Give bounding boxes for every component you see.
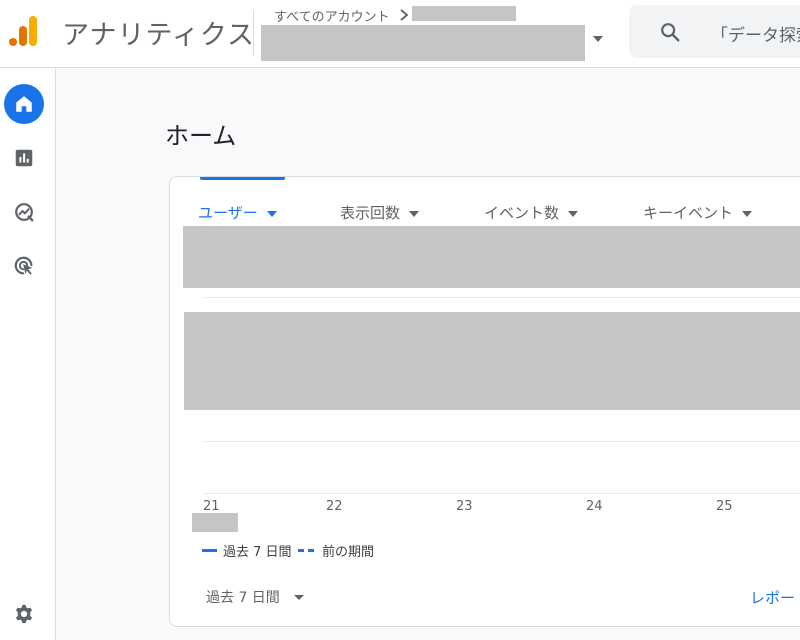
advertising-icon	[14, 256, 33, 275]
tab-label: 表示回数	[340, 204, 401, 222]
x-axis-tick: 23	[456, 499, 473, 514]
caret-down-icon	[742, 210, 753, 217]
x-axis-tick: 21	[203, 499, 220, 514]
app-title[interactable]: アナリティクス	[62, 13, 255, 52]
nav-explore-button[interactable]	[4, 192, 44, 232]
tab-label: ユーザー	[198, 204, 258, 222]
header-divider	[253, 10, 254, 56]
search-icon	[661, 23, 680, 42]
tab-views[interactable]: 表示回数	[340, 202, 420, 223]
top-app-bar: アナリティクス すべてのアカウント 「データ探索	[0, 0, 800, 68]
page-title: ホーム	[165, 122, 237, 150]
tab-key-events[interactable]: キーイベント	[643, 202, 753, 223]
redacted-account-name	[412, 6, 516, 21]
caret-down-icon	[266, 210, 277, 217]
reports-icon	[15, 149, 33, 167]
caret-down-icon	[568, 210, 579, 217]
legend-label: 前の期間	[322, 545, 375, 560]
chart-baseline	[203, 493, 800, 494]
date-range-selector[interactable]: 過去 7 日間	[206, 587, 304, 607]
active-tab-indicator	[200, 177, 285, 180]
chevron-down-icon[interactable]	[590, 33, 606, 45]
redacted-chart-area	[184, 312, 800, 410]
nav-reports-button[interactable]	[4, 138, 44, 178]
tab-event-count[interactable]: イベント数	[484, 202, 579, 223]
home-icon	[16, 96, 32, 112]
nav-home-button[interactable]	[4, 84, 44, 124]
caret-down-icon	[409, 210, 420, 217]
redacted-month-label	[192, 513, 238, 532]
chart-gridline	[203, 297, 800, 298]
legend-dashed-line	[298, 549, 316, 552]
chart-gridline	[203, 441, 800, 442]
account-breadcrumb[interactable]: すべてのアカウント	[274, 6, 390, 25]
nav-settings-button[interactable]	[4, 594, 44, 634]
legend-current-period: 過去 7 日間	[202, 541, 292, 560]
nav-advertising-button[interactable]	[4, 246, 44, 286]
tab-users[interactable]: ユーザー	[198, 202, 277, 223]
redacted-property-name[interactable]	[261, 25, 585, 61]
overview-card: ユーザー 表示回数 イベント数 キーイベント 21 22 23 24 25 過去…	[169, 176, 800, 627]
tab-label: キーイベント	[643, 204, 734, 222]
settings-icon	[15, 604, 33, 624]
chevron-right-icon	[400, 9, 409, 21]
date-range-label: 過去 7 日間	[206, 590, 280, 606]
x-axis-tick: 25	[716, 499, 733, 514]
search-bar[interactable]: 「データ探索	[629, 5, 800, 58]
explore-icon	[15, 203, 34, 222]
legend-label: 過去 7 日間	[223, 545, 292, 560]
caret-down-icon	[293, 594, 304, 600]
search-placeholder: 「データ探索	[711, 26, 800, 46]
analytics-logo-icon[interactable]	[8, 14, 42, 48]
legend-solid-line	[202, 549, 217, 552]
x-axis-tick: 22	[326, 499, 343, 514]
tab-label: イベント数	[484, 204, 560, 222]
legend-previous-period: 前の期間	[298, 541, 374, 560]
redacted-metric-values	[183, 226, 800, 288]
view-report-link[interactable]: レポー	[750, 587, 795, 608]
x-axis-tick: 24	[586, 499, 603, 514]
side-navigation	[0, 68, 56, 640]
